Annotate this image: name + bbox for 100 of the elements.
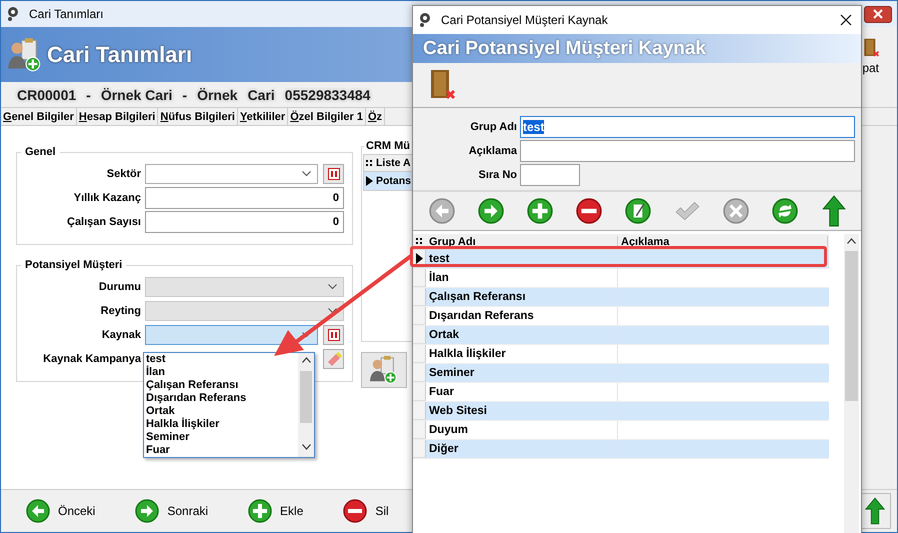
- grid-corner-icon: [416, 238, 423, 245]
- row-header-cell[interactable]: [413, 288, 426, 306]
- grid-row[interactable]: Çalışan Referansı: [413, 288, 829, 307]
- list-item[interactable]: Çalışan Referansı: [146, 379, 298, 392]
- nav-button[interactable]: Sil: [343, 499, 389, 523]
- close-icon: [840, 14, 852, 26]
- tab[interactable]: Genel Bilgiler: [1, 108, 77, 125]
- list-item[interactable]: Dışarıdan Referans: [146, 392, 298, 405]
- field-label: Çalışan Sayısı: [66, 216, 141, 228]
- grid-corner-icon: [366, 160, 373, 166]
- table-cell: Dışarıdan Referans: [426, 307, 618, 325]
- table-cell: Web Sitesi: [426, 402, 618, 420]
- list-item[interactable]: Seminer: [146, 431, 298, 444]
- add-icon: [248, 499, 272, 523]
- table-cell: Diğer: [426, 440, 618, 458]
- chevron-icon: [302, 171, 311, 177]
- record-text: Örnek: [197, 86, 238, 102]
- tab[interactable]: Öz: [366, 108, 386, 125]
- input-field[interactable]: test: [520, 116, 855, 138]
- nav-button[interactable]: Ekle: [248, 499, 304, 523]
- row-header-cell[interactable]: [413, 402, 426, 420]
- scrollbar[interactable]: [298, 353, 314, 457]
- tab[interactable]: Özel Bilgiler 1: [288, 108, 366, 125]
- add-person-button[interactable]: [361, 352, 407, 388]
- grid-row[interactable]: Ortak: [413, 326, 829, 345]
- table-cell: Duyum: [426, 421, 618, 439]
- list-icon: [328, 329, 340, 341]
- row-pointer-icon: [416, 253, 422, 264]
- row-header-cell[interactable]: [413, 364, 426, 382]
- tab[interactable]: Hesap Bilgileri: [76, 108, 158, 125]
- list-item[interactable]: Fuar: [146, 444, 298, 457]
- page-title: Cari Tanımları: [47, 42, 192, 68]
- grid-row[interactable]: Seminer: [413, 364, 829, 383]
- chevron-icon: [328, 284, 337, 290]
- group-title: CRM Mü: [365, 140, 411, 152]
- row-header-cell[interactable]: [413, 440, 426, 458]
- input-field[interactable]: [520, 164, 580, 186]
- field-label: Kaynak Kampanya: [42, 353, 141, 365]
- field-label: Grup Adı: [469, 121, 517, 133]
- list-item[interactable]: İlan: [146, 366, 298, 379]
- person-card-icon: [7, 36, 43, 72]
- table-cell: Çalışan Referansı: [426, 288, 618, 306]
- dropdown-field[interactable]: [145, 325, 318, 345]
- number-field[interactable]: 0: [145, 211, 344, 233]
- close-icon: [873, 9, 883, 19]
- row-header-cell[interactable]: [413, 345, 426, 363]
- up-arrow-icon: [864, 497, 886, 525]
- column-header: Açıklama: [618, 236, 828, 248]
- row-header-cell[interactable]: [413, 326, 426, 344]
- window-title: Cari Tanımları: [29, 7, 104, 21]
- group-title: Potansiyel Müşteri: [24, 259, 124, 271]
- field-label: Kaynak: [100, 329, 141, 341]
- row-header-cell[interactable]: [413, 269, 426, 287]
- eraser-icon: [326, 352, 342, 366]
- record-text: Örnek Cari: [100, 86, 172, 102]
- group-title: Genel: [24, 146, 57, 158]
- up-button[interactable]: [859, 493, 891, 529]
- nav-button[interactable]: Önceki: [26, 499, 96, 523]
- field-label: Yıllık Kazanç: [72, 192, 141, 204]
- list-item[interactable]: Halkla İlişkiler: [146, 418, 298, 431]
- row-header-cell[interactable]: [413, 421, 426, 439]
- list-item[interactable]: test: [146, 353, 298, 366]
- grid-row[interactable]: Diğer: [413, 440, 829, 459]
- scrollbar[interactable]: [844, 234, 859, 533]
- row-header-cell[interactable]: [413, 383, 426, 401]
- record-text: CR00001: [17, 86, 76, 102]
- chevron-up-icon: [302, 357, 310, 363]
- lookup-button[interactable]: [323, 325, 344, 345]
- number-field[interactable]: 0: [145, 187, 344, 209]
- toolbar-button[interactable]: pat: [861, 27, 897, 82]
- table-cell: Ortak: [426, 326, 618, 344]
- table-cell: İlan: [426, 269, 618, 287]
- nav-button[interactable]: Sonraki: [135, 499, 208, 523]
- lookup-button[interactable]: [323, 164, 344, 184]
- dialog-heading: Cari Potansiyel Müşteri Kaynak: [423, 38, 706, 60]
- record-text: -: [86, 86, 91, 102]
- chevron-icon: [328, 308, 337, 314]
- field-label: Durumu: [98, 281, 141, 293]
- column-header: Grup Adı: [426, 236, 618, 248]
- row-pointer-icon: [366, 176, 373, 186]
- close-button[interactable]: [864, 6, 892, 22]
- exit-button[interactable]: [429, 69, 455, 101]
- tab[interactable]: Nüfus Bilgileri: [158, 108, 238, 125]
- field-label: Sıra No: [477, 169, 517, 181]
- chevron-icon: [302, 332, 311, 338]
- record-text: -: [182, 86, 188, 102]
- grid-row[interactable]: Web Sitesi: [413, 402, 829, 421]
- dropdown-field[interactable]: [145, 164, 318, 184]
- door-exit-icon: [429, 69, 455, 101]
- table-cell: Potans: [376, 175, 412, 187]
- person-card-icon: [369, 355, 399, 385]
- chevron-down-icon: [302, 444, 310, 450]
- field-label: Reyting: [100, 305, 141, 317]
- row-header-cell[interactable]: [413, 307, 426, 325]
- record-text: Cari: [248, 86, 275, 102]
- table-cell: Halkla İlişkiler: [426, 345, 618, 363]
- dialog-title: Cari Potansiyel Müşteri Kaynak: [441, 13, 608, 27]
- tab[interactable]: Yetkililer: [238, 108, 288, 125]
- list-item[interactable]: Ortak: [146, 405, 298, 418]
- input-field[interactable]: [520, 140, 855, 162]
